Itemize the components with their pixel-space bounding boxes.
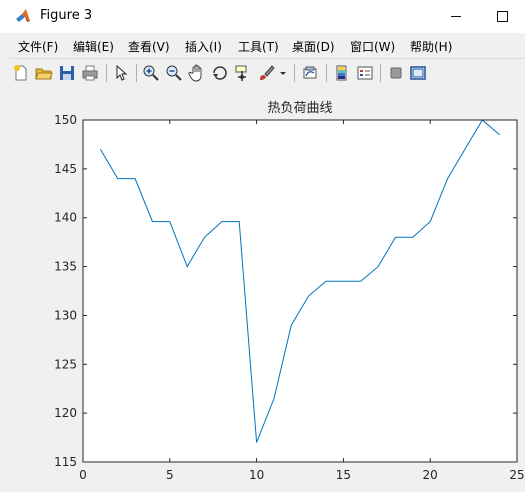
save-icon[interactable]	[58, 64, 76, 82]
menu-insert[interactable]: 插入(I)	[185, 38, 222, 55]
toolbar-separator	[136, 64, 137, 82]
title-bar: Figure 3	[0, 0, 525, 33]
figure-canvas: 0 5 10 15 20 25 115 120 125 130 135 140 145 150 热负荷曲线	[10, 87, 525, 492]
maximize-icon	[496, 11, 508, 22]
pan-icon[interactable]	[188, 64, 206, 82]
x-tick-label: 10	[249, 468, 264, 482]
minimize-button[interactable]	[433, 0, 479, 33]
figure-toolbar	[10, 58, 525, 88]
rotate-3d-icon[interactable]	[211, 64, 229, 82]
hide-plot-tools-icon[interactable]	[387, 64, 405, 82]
zoom-out-icon[interactable]	[165, 64, 183, 82]
brush-icon[interactable]	[257, 64, 275, 82]
line-chart[interactable]: 0 5 10 15 20 25 115 120 125 130 135 140 145 150 热负荷曲线	[10, 87, 525, 492]
legend-icon[interactable]	[356, 64, 374, 82]
x-tick-label: 15	[336, 468, 351, 482]
menu-edit[interactable]: 编辑(E)	[73, 38, 114, 55]
y-tick-label: 125	[54, 357, 77, 371]
y-tick-label: 140	[54, 211, 77, 225]
menu-tools[interactable]: 工具(T)	[238, 38, 279, 55]
toolbar-separator	[326, 64, 327, 82]
menu-window[interactable]: 窗口(W)	[350, 38, 395, 55]
x-tick-label: 20	[423, 468, 438, 482]
data-cursor-icon[interactable]	[234, 64, 252, 82]
menu-bar: 文件(F) 编辑(E) 查看(V) 插入(I) 工具(T) 桌面(D) 窗口(W…	[10, 33, 525, 58]
minimize-icon	[451, 16, 461, 17]
y-tick-label: 145	[54, 162, 77, 176]
window-title: Figure 3	[40, 8, 93, 23]
toolbar-separator	[380, 64, 381, 82]
y-tick-label: 120	[54, 406, 77, 420]
zoom-in-icon[interactable]	[142, 64, 160, 82]
x-tick-label: 0	[79, 468, 87, 482]
toolbar-separator	[294, 64, 295, 82]
matlab-icon	[16, 9, 30, 22]
figure-window: Figure 3 文件(F) 编辑(E) 查看(V) 插入(I) 工具(T) 桌…	[0, 0, 525, 492]
pointer-icon[interactable]	[112, 64, 130, 82]
chart-title: 热负荷曲线	[267, 101, 332, 116]
toolbar-separator	[106, 64, 107, 82]
print-icon[interactable]	[81, 64, 99, 82]
y-tick-label: 135	[54, 260, 77, 274]
new-figure-icon[interactable]	[12, 64, 30, 82]
menu-view[interactable]: 查看(V)	[128, 38, 170, 55]
menu-file[interactable]: 文件(F)	[18, 38, 58, 55]
brush-dropdown-icon[interactable]	[278, 64, 288, 82]
y-tick-label: 150	[54, 113, 77, 127]
menu-help[interactable]: 帮助(H)	[410, 38, 452, 55]
menu-desktop[interactable]: 桌面(D)	[292, 38, 335, 55]
maximize-button[interactable]	[479, 0, 525, 33]
y-tick-label: 115	[54, 455, 77, 469]
link-plot-icon[interactable]	[301, 64, 319, 82]
x-tick-label: 25	[509, 468, 524, 482]
colorbar-icon[interactable]	[333, 64, 351, 82]
y-tick-label: 130	[54, 308, 77, 322]
show-plot-tools-icon[interactable]	[409, 64, 427, 82]
x-tick-label: 5	[166, 468, 174, 482]
open-file-icon[interactable]	[35, 64, 53, 82]
